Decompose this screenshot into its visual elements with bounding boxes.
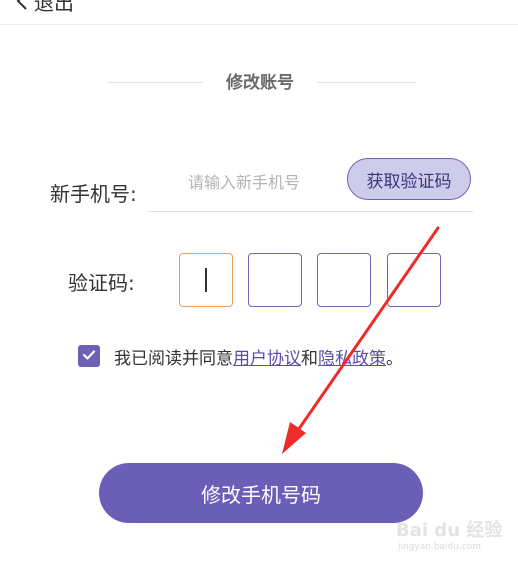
section-title: 修改账号: [226, 73, 294, 93]
new-phone-label: 新手机号:: [50, 182, 137, 206]
watermark-brand: Bai du 经验: [396, 520, 503, 541]
text-caret: [205, 268, 207, 292]
agreement-checkbox[interactable]: [78, 345, 100, 367]
get-code-button[interactable]: 获取验证码: [347, 158, 471, 200]
back-label: 退出: [34, 0, 74, 15]
section-header: 修改账号: [107, 70, 417, 96]
checkmark-icon: [82, 346, 96, 366]
code-digit-box-2[interactable]: [248, 253, 302, 307]
user-agreement-link[interactable]: 用户协议: [233, 344, 301, 369]
submit-change-phone-button[interactable]: 修改手机号码: [99, 463, 423, 523]
back-button[interactable]: 退出: [16, 0, 74, 16]
agreement-suffix: 。: [386, 348, 403, 369]
code-digit-box-1[interactable]: [179, 253, 233, 307]
privacy-policy-link[interactable]: 隐私政策: [318, 344, 386, 369]
divider-left: [107, 82, 203, 83]
phone-input-underline: [147, 211, 473, 212]
divider-right: [317, 82, 417, 83]
code-digit-box-4[interactable]: [387, 253, 441, 307]
chevron-left-icon: [16, 0, 28, 11]
agreement-conjunction: 和: [301, 348, 318, 369]
top-bar: 退出: [0, 0, 518, 25]
baidu-watermark: Bai du 经验 jingyan.baidu.com: [396, 516, 508, 560]
code-digit-box-3[interactable]: [317, 253, 371, 307]
agreement-prefix: 我已阅读并同意: [114, 348, 233, 369]
new-phone-input[interactable]: [150, 165, 340, 199]
change-account-page: 退出 修改账号 新手机号: 获取验证码 验证码: 我已阅读并同意用户协议和隐私政…: [0, 0, 518, 571]
watermark-url: jingyan.baidu.com: [398, 542, 482, 552]
verify-code-label: 验证码:: [68, 271, 135, 295]
agreement-row: 我已阅读并同意 用户协议和隐私政策。: [78, 342, 403, 370]
